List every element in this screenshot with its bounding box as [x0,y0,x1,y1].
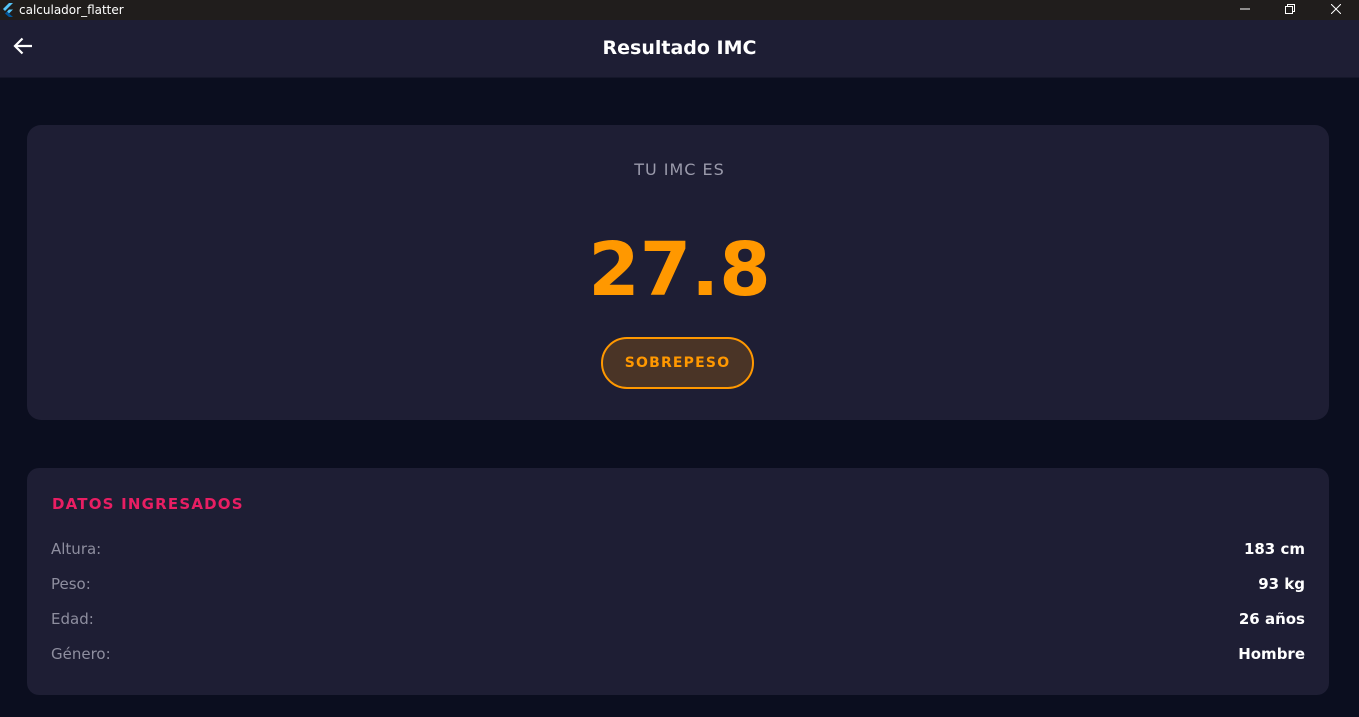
page-title: Resultado IMC [602,37,757,59]
data-row-genero: Género: Hombre [51,643,1305,665]
data-row-edad: Edad: 26 años [51,608,1305,630]
entered-data-title: DATOS INGRESADOS [52,495,244,513]
data-row-altura: Altura: 183 cm [51,538,1305,560]
restore-button[interactable] [1267,0,1313,20]
minimize-button[interactable] [1222,0,1268,20]
data-row-value: 183 cm [1243,540,1305,558]
data-row-label: Altura: [51,540,102,558]
flutter-logo-icon [2,3,14,17]
arrow-left-icon [13,37,33,59]
result-label: TU IMC ES [634,160,725,179]
data-row-value: 93 kg [1258,575,1305,593]
bmi-value: 27.8 [588,227,771,313]
data-row-value: Hombre [1238,645,1305,663]
data-row-label: Género: [51,645,111,663]
data-row-label: Peso: [51,575,91,593]
data-row-value: 26 años [1238,610,1305,628]
close-icon [1330,3,1342,17]
window-title: calculador_flatter [19,3,124,17]
minimize-icon [1240,3,1250,17]
restore-icon [1285,3,1295,17]
close-button[interactable] [1313,0,1359,20]
data-row-peso: Peso: 93 kg [51,573,1305,595]
status-badge: SOBREPESO [601,337,754,389]
data-row-label: Edad: [51,610,94,628]
back-button[interactable] [8,33,38,63]
window-titlebar: calculador_flatter [0,0,1359,20]
app-bar: Resultado IMC [0,20,1359,78]
